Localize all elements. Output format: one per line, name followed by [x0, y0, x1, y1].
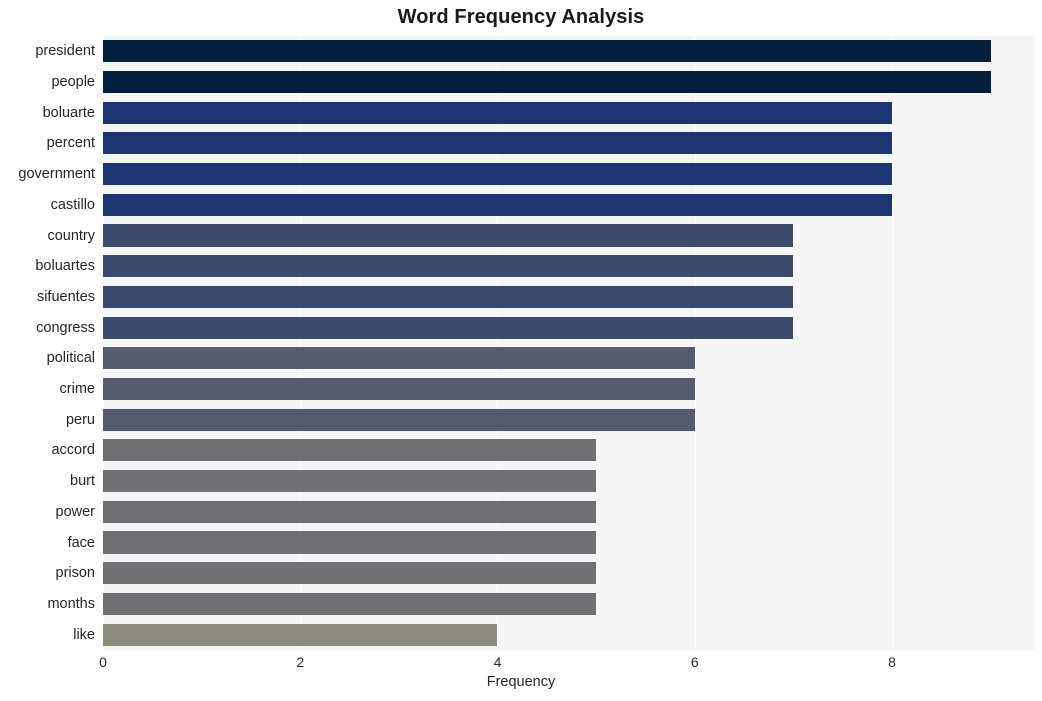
- x-axis-tick-labels: 0 2 4 6 8: [99, 650, 1035, 676]
- bar-row: [103, 285, 1035, 308]
- bar-power: [103, 500, 597, 523]
- bar-people: [103, 70, 991, 94]
- bar-row: [103, 562, 1035, 585]
- x-tick-label-2: 2: [296, 654, 305, 670]
- y-tick-label-like: like: [73, 626, 95, 643]
- bar-percent: [103, 132, 892, 155]
- bar-row: [103, 347, 1035, 370]
- y-tick-label-sifuentes: sifuentes: [36, 288, 95, 305]
- bar-president: [103, 40, 991, 63]
- bar-congress: [103, 316, 794, 339]
- x-tick-label-4: 4: [493, 654, 502, 670]
- y-tick-label-percent: percent: [46, 135, 95, 152]
- y-tick-label-boluarte: boluarte: [42, 104, 95, 121]
- bars-layer: [103, 36, 1035, 650]
- bar-row: [103, 193, 1035, 216]
- y-tick-label-people: people: [51, 74, 95, 91]
- bar-row: [103, 531, 1035, 554]
- bar-boluartes: [103, 255, 794, 278]
- bar-accord: [103, 439, 597, 462]
- bar-like: [103, 623, 498, 646]
- bar-peru: [103, 408, 695, 431]
- bar-castillo: [103, 193, 892, 216]
- bar-face: [103, 531, 597, 554]
- bar-political: [103, 347, 695, 370]
- bar-row: [103, 623, 1035, 646]
- bar-row: [103, 408, 1035, 431]
- bar-row: [103, 470, 1035, 493]
- bar-crime: [103, 377, 695, 401]
- bar-country: [103, 224, 794, 247]
- y-tick-label-boluartes: boluartes: [35, 258, 95, 275]
- bar-row: [103, 163, 1035, 186]
- bar-row: [103, 40, 1035, 63]
- bar-sifuentes: [103, 285, 794, 308]
- y-tick-label-prison: prison: [55, 565, 96, 582]
- bar-row: [103, 316, 1035, 339]
- y-tick-label-political: political: [46, 350, 95, 367]
- y-tick-label-congress: congress: [36, 319, 95, 336]
- y-tick-label-power: power: [55, 503, 96, 520]
- y-tick-label-country: country: [47, 227, 95, 244]
- y-tick-label-accord: accord: [51, 442, 95, 459]
- x-tick-label-6: 6: [690, 654, 699, 670]
- bar-row: [103, 500, 1035, 523]
- chart-title: Word Frequency Analysis: [397, 6, 645, 28]
- bar-burt: [103, 470, 597, 493]
- bar-row: [103, 439, 1035, 462]
- bar-row: [103, 377, 1035, 401]
- bar-row: [103, 224, 1035, 247]
- x-axis-label: Frequency: [486, 674, 556, 690]
- bar-boluarte: [103, 101, 892, 124]
- y-tick-label-crime: crime: [59, 381, 95, 398]
- bar-row: [103, 70, 1035, 94]
- y-tick-label-burt: burt: [70, 473, 95, 490]
- y-tick-label-castillo: castillo: [50, 196, 95, 213]
- word-frequency-chart: Word Frequency Analysis president people b…: [0, 0, 1042, 701]
- y-tick-label-months: months: [47, 595, 95, 612]
- x-tick-label-0: 0: [99, 654, 107, 670]
- bar-months: [103, 592, 597, 615]
- bar-row: [103, 132, 1035, 155]
- bar-government: [103, 163, 892, 186]
- y-tick-label-peru: peru: [65, 411, 95, 428]
- y-tick-label-president: president: [35, 43, 95, 60]
- y-tick-label-government: government: [18, 166, 95, 183]
- y-tick-label-face: face: [67, 534, 95, 551]
- plot-area: [103, 36, 1035, 650]
- y-axis-tick-labels: president people boluarte percent government…: [0, 36, 95, 650]
- bar-row: [103, 101, 1035, 124]
- x-tick-label-8: 8: [888, 654, 896, 670]
- bar-row: [103, 592, 1035, 615]
- bar-prison: [103, 562, 597, 585]
- bar-row: [103, 255, 1035, 278]
